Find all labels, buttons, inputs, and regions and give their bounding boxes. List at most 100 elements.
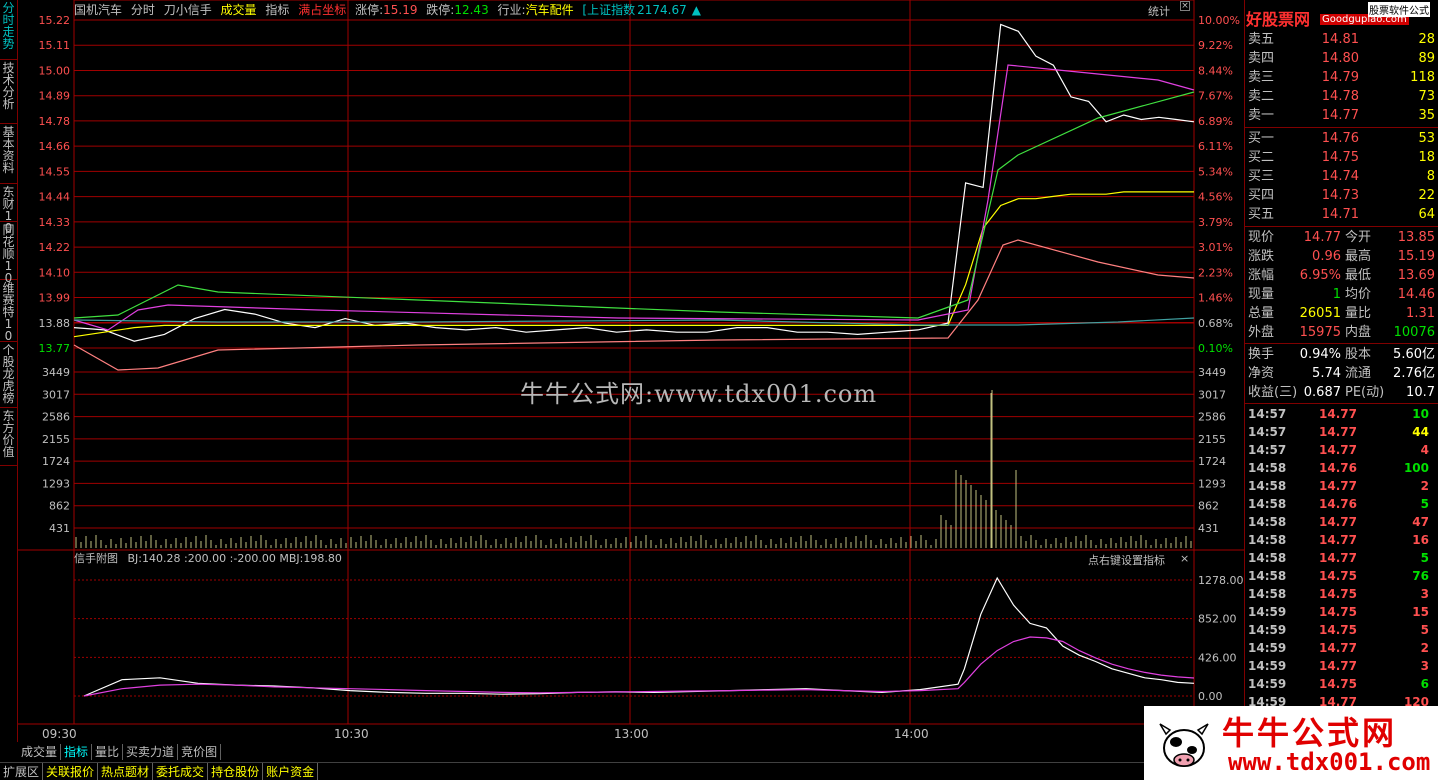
stat-key: 量比: [1345, 306, 1372, 321]
tick-time: 14:58: [1248, 587, 1287, 601]
stat-value: 0.94%: [1299, 347, 1341, 362]
ext-tab-0[interactable]: 扩展区: [0, 763, 44, 780]
bid-price: 14.76: [1321, 131, 1359, 146]
ask-label: 卖五: [1248, 32, 1275, 47]
stat-key: 股本: [1345, 347, 1372, 362]
left-tab-2[interactable]: 基本资料: [0, 124, 17, 184]
stat-key: 今开: [1345, 230, 1372, 245]
industry-value[interactable]: 汽车配件: [526, 3, 574, 17]
sub-indicator-header: 信手附图 BJ:140.28 :200.00 :-200.00 MBJ:198.…: [74, 551, 342, 567]
left-tab-label: 基本资料: [2, 125, 15, 175]
indicator-name[interactable]: 刀小信手: [164, 3, 212, 17]
magenta-line: [73, 64, 1195, 331]
bid-row[interactable]: 买二 14.75 18: [1245, 148, 1438, 167]
tick-row: 14:58 14.77 5: [1245, 549, 1438, 567]
salmon-line: [73, 239, 1195, 371]
ask-price: 14.77: [1321, 108, 1359, 123]
left-tab-3[interactable]: 东财10: [0, 184, 17, 234]
bid-row[interactable]: 买一 14.76 53: [1245, 129, 1438, 148]
index-label[interactable]: 指标: [265, 3, 289, 17]
separator: [1245, 127, 1438, 128]
ext-tab-4[interactable]: 持仓股份: [208, 763, 264, 780]
stat-value: 5.74: [1312, 366, 1341, 381]
stats-button[interactable]: 统计: [1148, 3, 1170, 19]
left-tab-7[interactable]: 东方价值: [0, 408, 17, 466]
bottom-tab-2[interactable]: 量比: [92, 744, 124, 760]
left-tab-label: 个股龙虎榜: [2, 343, 15, 405]
ext-tab-3[interactable]: 委托成交: [153, 763, 209, 780]
bid-row[interactable]: 买四 14.73 22: [1245, 186, 1438, 205]
volume-label[interactable]: 成交量: [221, 3, 257, 17]
tick-volume: 5: [1420, 497, 1429, 511]
vol-tick-left: 3449: [42, 366, 70, 379]
tick-volume: 10: [1412, 407, 1429, 421]
bid-row[interactable]: 买五 14.71 64: [1245, 205, 1438, 224]
left-tab-5[interactable]: 维赛特10: [0, 280, 17, 342]
ext-tab-5[interactable]: 账户资金: [263, 763, 319, 780]
bid-volume: 64: [1418, 207, 1435, 222]
stat-key: 涨幅: [1248, 268, 1275, 283]
bottom-tab-3[interactable]: 买卖力道: [123, 744, 179, 760]
y-tick-left: 15.11: [39, 39, 71, 52]
stat-row: 涨幅 6.95% 最低 13.69: [1245, 266, 1438, 285]
sub-indicator-close-icon[interactable]: ×: [1180, 552, 1189, 565]
sub-tick-right: 1278.00: [1198, 574, 1244, 587]
ask-price: 14.79: [1321, 70, 1359, 85]
stat-key: 净资: [1248, 366, 1275, 381]
left-tab-1[interactable]: 技术分析: [0, 60, 17, 124]
index-ref: [上证指数: [582, 3, 636, 17]
stat-key: 均价: [1345, 287, 1372, 302]
brand-bottom-url: www.tdx001.com: [1228, 748, 1431, 776]
sub-indicator-hint[interactable]: 点右键设置指标: [1088, 552, 1165, 568]
bottom-tab-4[interactable]: 竞价图: [178, 744, 222, 760]
chart-svg: 15.22 10.00% 15.11 9.22% 15.00 8.44% 14.89 7.67…: [18, 0, 1244, 741]
tick-volume: 16: [1412, 533, 1429, 547]
bid-price: 14.71: [1321, 207, 1359, 222]
y-tick-left: 14.55: [39, 165, 71, 178]
y-tick-right: 2.23%: [1198, 266, 1233, 279]
stat-value: 13.85: [1397, 230, 1435, 245]
full-coord-label[interactable]: 满占坐标: [298, 3, 346, 17]
vol-tick-left: 1293: [42, 477, 70, 490]
tick-row: 14:58 14.77 16: [1245, 531, 1438, 549]
tick-volume: 47: [1412, 515, 1429, 529]
stat-key: 现价: [1248, 230, 1275, 245]
stat-key: PE(动): [1345, 385, 1385, 400]
close-icon[interactable]: ×: [1180, 1, 1190, 11]
ext-tab-2[interactable]: 热点题材: [98, 763, 154, 780]
y-tick-left: 14.44: [39, 191, 71, 204]
stat-value: 14.46: [1397, 287, 1435, 302]
ask-row[interactable]: 卖一 14.77 35: [1245, 106, 1438, 125]
tick-price: 14.77: [1319, 641, 1357, 655]
vol-tick-left: 3017: [42, 388, 70, 401]
price-series-0: [73, 23, 1195, 342]
bottom-tab-0[interactable]: 成交量: [18, 744, 62, 760]
y-tick-right: 1.46%: [1198, 292, 1233, 305]
tick-price: 14.75: [1319, 605, 1357, 619]
left-tab-label: 分时走势: [2, 1, 15, 51]
mode-label[interactable]: 分时: [131, 3, 155, 17]
stock-name[interactable]: 国机汽车: [74, 3, 122, 17]
ask-row[interactable]: 卖五 14.81 28: [1245, 30, 1438, 49]
ask-row[interactable]: 卖三 14.79 118: [1245, 68, 1438, 87]
green-line: [73, 91, 1195, 319]
limit-down-label: 跌停:: [426, 3, 455, 17]
vol-tick-right: 431: [1198, 522, 1219, 535]
tick-row: 14:59 14.77 2: [1245, 639, 1438, 657]
stat-key: 最高: [1345, 249, 1372, 264]
stat-row: 外盘 15975 内盘 10076: [1245, 323, 1438, 342]
left-tab-4[interactable]: 同花顺10: [0, 222, 17, 284]
bottom-tab-1[interactable]: 指标: [61, 744, 93, 760]
tick-row: 14:59 14.75 15: [1245, 603, 1438, 621]
tick-time: 14:57: [1248, 443, 1287, 457]
ask-row[interactable]: 卖四 14.80 89: [1245, 49, 1438, 68]
left-tab-0[interactable]: 分时走势: [0, 0, 17, 60]
left-tab-6[interactable]: 个股龙虎榜: [0, 342, 17, 408]
bid-row[interactable]: 买三 14.74 8: [1245, 167, 1438, 186]
ask-row[interactable]: 卖二 14.78 73: [1245, 87, 1438, 106]
ext-tab-1[interactable]: 关联报价: [43, 763, 99, 780]
stat-key: 现量: [1248, 287, 1275, 302]
x-tick-label: 09:30: [42, 727, 77, 741]
tick-row: 14:58 14.75 3: [1245, 585, 1438, 603]
tick-price: 14.75: [1319, 587, 1357, 601]
